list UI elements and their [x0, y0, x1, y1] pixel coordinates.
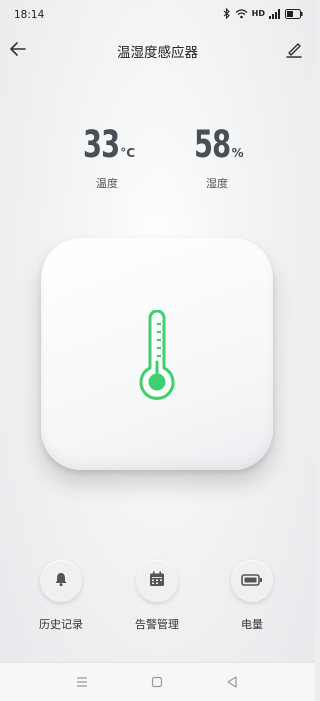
battery-icon: [241, 572, 263, 591]
battery-button[interactable]: [231, 560, 273, 602]
pencil-icon[interactable]: [283, 38, 305, 60]
bluetooth-icon: [223, 8, 231, 19]
thermometer-icon: [133, 309, 181, 408]
device-card[interactable]: [41, 238, 273, 470]
signal-icon: [269, 8, 281, 19]
alarm-action[interactable]: 告警管理: [127, 560, 187, 632]
header: 温湿度感应器: [0, 32, 315, 68]
network-type: HD: [251, 9, 265, 18]
page-title: 温湿度感应器: [117, 45, 198, 61]
history-action[interactable]: 历史记录: [31, 560, 91, 632]
humidity-unit: %: [231, 146, 244, 160]
temperature-reading: 33 °C 温度: [62, 126, 152, 191]
menu-icon[interactable]: [74, 674, 90, 690]
screen: 18:14 HD 温湿度感应器 33 °C 温度 58 % 湿度 历史记录 告警…: [0, 0, 315, 701]
alarm-label: 告警管理: [135, 618, 179, 631]
wifi-icon: [235, 8, 248, 19]
history-label: 历史记录: [39, 618, 83, 631]
bell-icon: [53, 571, 69, 591]
alarm-button[interactable]: [136, 560, 178, 602]
battery-label: 电量: [241, 618, 263, 631]
temperature-value: 33: [82, 123, 120, 166]
status-time: 18:14: [14, 9, 45, 21]
humidity-value: 58: [194, 123, 231, 166]
humidity-label: 湿度: [206, 177, 228, 190]
humidity-reading: 58 % 湿度: [172, 126, 262, 191]
temperature-unit: °C: [120, 146, 136, 160]
battery-icon: [285, 8, 303, 19]
status-bar: 18:14 HD: [0, 0, 315, 32]
status-icons: HD: [223, 8, 303, 19]
calendar-icon: [148, 570, 166, 592]
back-triangle-icon[interactable]: [224, 674, 240, 690]
history-button[interactable]: [40, 560, 82, 602]
temperature-label: 温度: [96, 177, 118, 190]
home-square-icon[interactable]: [149, 674, 165, 690]
system-nav-bar: [0, 662, 315, 701]
battery-action[interactable]: 电量: [222, 560, 282, 632]
